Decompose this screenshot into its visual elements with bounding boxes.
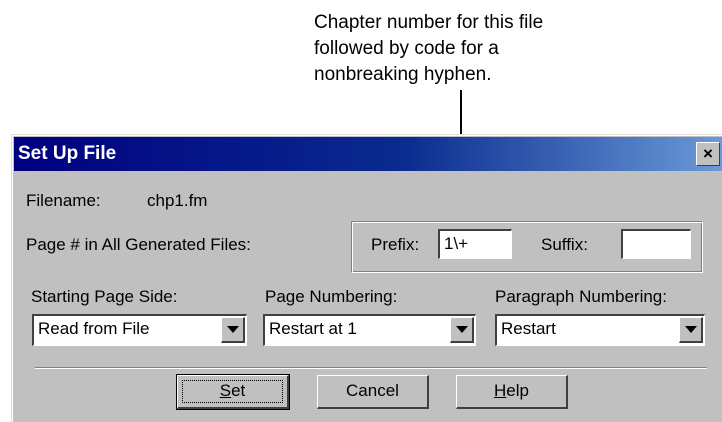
- set-up-file-dialog: Set Up File × Filename: chp1.fm Page # i…: [11, 134, 722, 422]
- suffix-input[interactable]: [621, 229, 691, 259]
- callout-annotation: Chapter number for this file followed by…: [314, 10, 644, 88]
- help-button-accelerator: H: [494, 381, 507, 400]
- callout-line: Chapter number for this file: [314, 12, 544, 33]
- cancel-button-label: Cancel: [346, 381, 399, 400]
- callout-line: followed by code for a: [314, 38, 499, 59]
- paragraph-numbering-select[interactable]: Restart: [495, 314, 705, 346]
- set-button[interactable]: Set: [176, 374, 290, 410]
- chevron-down-icon: [227, 326, 239, 333]
- callout-line: nonbreaking hyphen.: [314, 64, 492, 85]
- page-numbering-value: Restart at 1: [269, 319, 357, 338]
- filename-value: chp1.fm: [147, 191, 208, 210]
- paragraph-numbering-value: Restart: [501, 319, 556, 338]
- starting-page-side-label: Starting Page Side:: [31, 287, 178, 306]
- suffix-label: Suffix:: [541, 235, 588, 254]
- filename-label: Filename:: [26, 191, 101, 210]
- dialog-title: Set Up File: [18, 143, 117, 164]
- page-numbering-label: Page Numbering:: [265, 287, 398, 306]
- close-icon: ×: [703, 144, 713, 163]
- separator: [35, 367, 707, 369]
- paragraph-numbering-label: Paragraph Numbering:: [495, 287, 667, 306]
- dropdown-button[interactable]: [450, 317, 474, 343]
- help-button-label: elp: [506, 381, 529, 400]
- title-bar[interactable]: Set Up File ×: [14, 137, 722, 171]
- chevron-down-icon: [456, 326, 468, 333]
- page-number-label: Page # in All Generated Files:: [26, 235, 251, 254]
- starting-page-side-select[interactable]: Read from File: [32, 314, 247, 346]
- starting-page-side-value: Read from File: [38, 319, 150, 338]
- help-button[interactable]: Help: [456, 375, 568, 409]
- cancel-button[interactable]: Cancel: [317, 375, 429, 409]
- prefix-input[interactable]: 1\+: [438, 229, 512, 259]
- prefix-label: Prefix:: [371, 235, 420, 254]
- page-numbering-select[interactable]: Restart at 1: [263, 314, 476, 346]
- dropdown-button[interactable]: [679, 317, 703, 343]
- close-button[interactable]: ×: [696, 142, 720, 166]
- chevron-down-icon: [685, 326, 697, 333]
- focus-rectangle: [182, 380, 283, 403]
- dropdown-button[interactable]: [221, 317, 245, 343]
